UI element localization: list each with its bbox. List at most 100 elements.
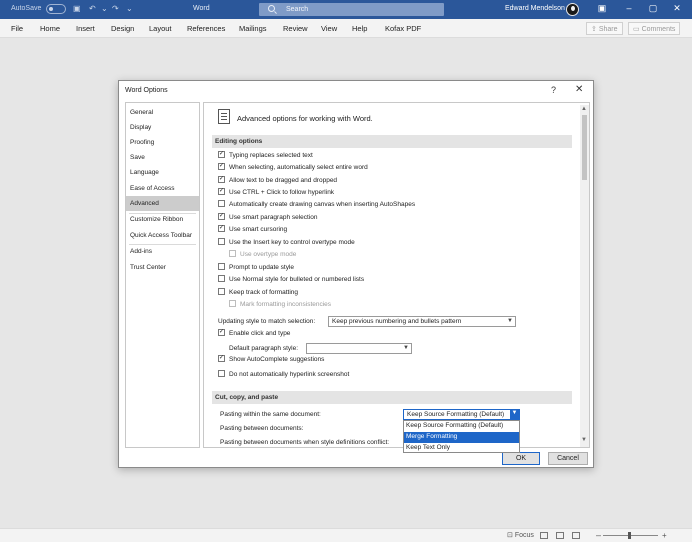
zoom-slider-thumb[interactable]: [628, 532, 631, 539]
user-name[interactable]: Edward Mendelson: [505, 5, 565, 12]
checkbox-box: [218, 238, 225, 245]
dropdown-option-keep-source[interactable]: Keep Source Formatting (Default): [404, 421, 519, 432]
save-icon[interactable]: ▣: [73, 4, 81, 13]
checkbox-box: ✓: [218, 213, 225, 220]
help-button[interactable]: ?: [551, 85, 556, 95]
nav-item-add-ins[interactable]: Add-ins: [126, 244, 199, 259]
nav-item-save[interactable]: Save: [126, 150, 199, 165]
read-mode-icon[interactable]: [540, 532, 548, 539]
nav-item-proofing[interactable]: Proofing: [126, 135, 199, 150]
tab-design[interactable]: Design: [111, 24, 134, 33]
comments-button[interactable]: ▭ Comments: [628, 22, 681, 35]
focus-button[interactable]: ⊡ Focus: [507, 531, 534, 539]
undo-dropdown-icon[interactable]: ⌄: [101, 4, 108, 13]
editing-option-checkbox[interactable]: Use the Insert key to control overtype m…: [218, 238, 355, 249]
share-button[interactable]: ⇪ Share: [586, 22, 623, 35]
tab-review[interactable]: Review: [283, 24, 308, 33]
tab-references[interactable]: References: [187, 24, 225, 33]
editing-option-checkbox[interactable]: Keep track of formatting: [218, 288, 299, 299]
close-window-icon[interactable]: ✕: [670, 3, 684, 14]
editing-option-checkbox[interactable]: ✓ Allow text to be dragged and dropped: [218, 176, 337, 187]
checkbox-box: [218, 288, 225, 295]
tab-mailings[interactable]: Mailings: [239, 24, 267, 33]
autosave-toggle[interactable]: [46, 4, 66, 14]
dropdown-option-merge-formatting[interactable]: Merge Formatting: [404, 432, 519, 443]
focus-icon: ⊡: [507, 532, 515, 539]
minimize-icon[interactable]: –: [622, 3, 636, 13]
checkbox-label: Enable click and type: [229, 330, 291, 338]
checkbox-label: Use the Insert key to control overtype m…: [229, 239, 355, 247]
editing-option-checkbox[interactable]: Automatically create drawing canvas when…: [218, 200, 415, 211]
editing-option-checkbox[interactable]: Use Normal style for bulleted or numbere…: [218, 275, 365, 286]
undo-icon[interactable]: ↶: [89, 4, 96, 13]
search-placeholder: Search: [286, 6, 309, 13]
section-cut-copy-paste: Cut, copy, and paste: [212, 391, 572, 404]
tab-kofax-pdf[interactable]: Kofax PDF: [385, 24, 421, 33]
tab-file[interactable]: File: [11, 24, 23, 33]
checkbox-box: ✓: [218, 188, 225, 195]
checkbox-label: Use Normal style for bulleted or numbere…: [229, 276, 365, 284]
default-paragraph-style-select[interactable]: ▼: [306, 343, 412, 354]
editing-option-checkbox[interactable]: ✓ Use smart paragraph selection: [218, 213, 318, 224]
enable-click-and-type-checkbox[interactable]: ✓ Enable click and type: [218, 329, 291, 340]
tab-home[interactable]: Home: [40, 24, 60, 33]
pasting-same-value: Keep Source Formatting (Default): [407, 411, 505, 418]
editing-option-checkbox[interactable]: ✓ Typing replaces selected text: [218, 151, 313, 162]
updating-style-label: Updating style to match selection:: [218, 318, 316, 325]
editing-option-checkbox[interactable]: ✓ Use smart cursoring: [218, 225, 287, 236]
nav-item-ease-of-access[interactable]: Ease of Access: [126, 181, 199, 196]
zoom-out-icon[interactable]: –: [596, 530, 601, 540]
checkbox-label: Typing replaces selected text: [229, 152, 313, 160]
autocomplete-checkbox[interactable]: ✓ Show AutoComplete suggestions: [218, 355, 325, 366]
checkbox-label: Use CTRL + Click to follow hyperlink: [229, 189, 335, 197]
nav-item-general[interactable]: General: [126, 105, 199, 120]
scrollbar-thumb[interactable]: [582, 115, 587, 180]
checkbox-label: Do not automatically hyperlink screensho…: [229, 371, 350, 379]
updating-style-select[interactable]: Keep previous numbering and bullets patt…: [328, 316, 516, 327]
editing-option-checkbox[interactable]: ✓ Use CTRL + Click to follow hyperlink: [218, 188, 335, 199]
web-layout-icon[interactable]: [572, 532, 580, 539]
nav-item-quick-access-toolbar[interactable]: Quick Access Toolbar: [126, 228, 199, 243]
tab-view[interactable]: View: [321, 24, 337, 33]
tab-layout[interactable]: Layout: [149, 24, 172, 33]
comment-icon: ▭: [633, 26, 642, 33]
dropdown-option-keep-text-only[interactable]: Keep Text Only: [404, 443, 519, 454]
redo-icon[interactable]: ↷: [112, 4, 119, 13]
editing-option-checkbox: Use overtype mode: [229, 250, 296, 261]
avatar[interactable]: [566, 3, 579, 16]
ribbon-display-options-icon[interactable]: ▣: [595, 3, 609, 14]
panel-scrollbar[interactable]: ▲ ▼: [580, 105, 589, 447]
scroll-down-icon[interactable]: ▼: [581, 437, 587, 443]
tab-insert[interactable]: Insert: [76, 24, 95, 33]
nav-item-advanced[interactable]: Advanced: [126, 196, 199, 211]
zoom-in-icon[interactable]: +: [662, 531, 667, 540]
options-page-icon: [218, 109, 230, 124]
checkbox-label: Keep track of formatting: [229, 289, 299, 297]
checkbox-box: ✓: [218, 329, 225, 336]
print-layout-icon[interactable]: [556, 532, 564, 539]
pasting-same-select[interactable]: Keep Source Formatting (Default) ▼: [403, 409, 520, 420]
search-box[interactable]: Search: [259, 3, 444, 16]
nav-item-display[interactable]: Display: [126, 120, 199, 135]
checkbox-box: ✓: [218, 176, 225, 183]
scroll-up-icon[interactable]: ▲: [581, 106, 587, 112]
editing-option-checkbox: Mark formatting inconsistencies: [229, 300, 331, 311]
checkbox-label: Prompt to update style: [229, 264, 295, 272]
cancel-button[interactable]: Cancel: [548, 452, 588, 465]
word-options-dialog: Word Options ? ✕ General Display Proofin…: [118, 80, 594, 468]
tab-help[interactable]: Help: [352, 24, 367, 33]
dialog-close-button[interactable]: ✕: [575, 84, 583, 95]
nav-item-customize-ribbon[interactable]: Customize Ribbon: [126, 212, 199, 227]
checkbox-label: Show AutoComplete suggestions: [229, 356, 325, 364]
checkbox-box: [218, 263, 225, 270]
customize-toolbar-icon[interactable]: ⌄: [126, 4, 133, 13]
updating-style-value: Keep previous numbering and bullets patt…: [332, 318, 462, 325]
chevron-down-icon: ▼: [403, 345, 409, 351]
nav-item-trust-center[interactable]: Trust Center: [126, 260, 199, 275]
editing-option-checkbox[interactable]: ✓ When selecting, automatically select en…: [218, 163, 368, 174]
nav-item-language[interactable]: Language: [126, 165, 199, 180]
maximize-icon[interactable]: ▢: [646, 3, 660, 14]
checkbox-box: [229, 250, 236, 257]
editing-option-checkbox[interactable]: Prompt to update style: [218, 263, 295, 274]
no-hyperlink-screenshot-checkbox[interactable]: Do not automatically hyperlink screensho…: [218, 370, 350, 381]
